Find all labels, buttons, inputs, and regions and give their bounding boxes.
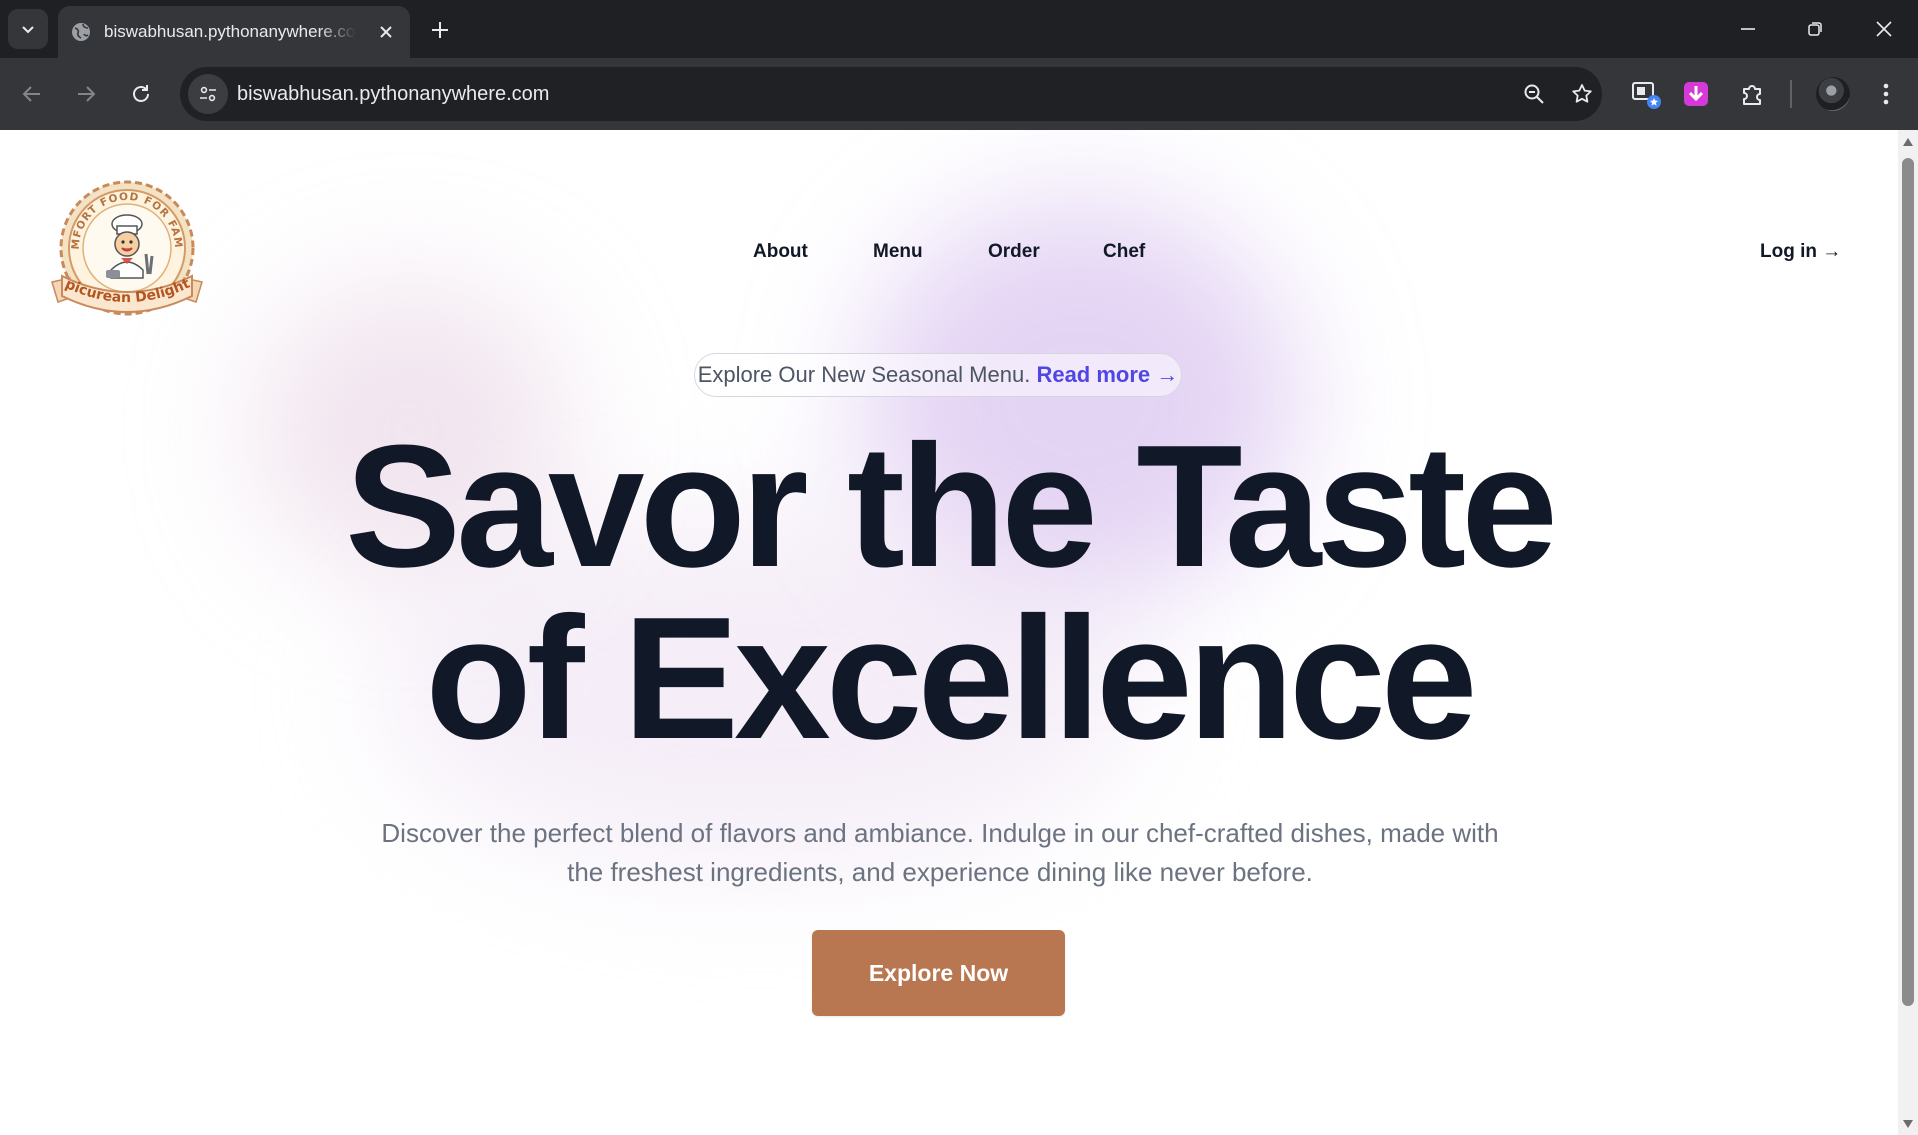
nav-link-chef[interactable]: Chef bbox=[1103, 230, 1145, 274]
nav-link-about[interactable]: About bbox=[753, 230, 808, 274]
scroll-up-arrow-icon[interactable] bbox=[1902, 136, 1914, 148]
puzzle-icon[interactable] bbox=[1733, 75, 1771, 113]
scroll-thumb[interactable] bbox=[1902, 158, 1914, 1006]
hero-title-line-2: of Excellence bbox=[425, 580, 1477, 775]
main-nav: About Menu Order Chef bbox=[0, 230, 1898, 274]
page-viewport: COMFORT FOOD FOR FAMILY Epicurean Deligh… bbox=[0, 130, 1898, 1135]
browser-tab[interactable]: biswabhusan.pythonanywhere.com bbox=[58, 6, 410, 58]
minimize-icon[interactable] bbox=[1731, 12, 1765, 46]
menu-dots-icon[interactable] bbox=[1867, 75, 1905, 113]
read-more-link[interactable]: Read more → bbox=[1036, 362, 1178, 387]
globe-icon bbox=[72, 23, 90, 41]
toolbar-separator bbox=[1790, 80, 1792, 108]
site-settings-icon[interactable] bbox=[188, 74, 228, 114]
scroll-down-arrow-icon[interactable] bbox=[1902, 1118, 1914, 1130]
zoom-icon[interactable] bbox=[1518, 78, 1550, 110]
announcement-pill: Explore Our New Seasonal Menu. Read more… bbox=[694, 353, 1182, 397]
announcement-text: Explore Our New Seasonal Menu. bbox=[697, 362, 1031, 387]
explore-now-button[interactable]: Explore Now bbox=[812, 930, 1065, 1016]
address-bar[interactable]: biswabhusan.pythonanywhere.com bbox=[180, 67, 1602, 121]
browser-tab-strip: biswabhusan.pythonanywhere.com bbox=[0, 0, 1918, 58]
url-text: biswabhusan.pythonanywhere.com bbox=[237, 83, 550, 105]
forward-icon[interactable] bbox=[66, 74, 106, 114]
hero-title-line-1: Savor the Taste bbox=[345, 408, 1558, 603]
login-link[interactable]: Log in → bbox=[1760, 230, 1841, 274]
download-extension-icon[interactable] bbox=[1677, 75, 1715, 113]
close-icon[interactable] bbox=[374, 20, 398, 44]
chevron-down-icon bbox=[22, 26, 34, 34]
hero-subtitle: Discover the perfect blend of flavors an… bbox=[300, 814, 1580, 892]
restore-icon[interactable] bbox=[1798, 12, 1832, 46]
back-icon[interactable] bbox=[12, 74, 52, 114]
page-scrollbar[interactable] bbox=[1898, 130, 1918, 1135]
bookmark-star-icon[interactable] bbox=[1566, 78, 1598, 110]
hero-subtitle-line-1: Discover the perfect blend of flavors an… bbox=[381, 818, 1499, 848]
nav-link-order[interactable]: Order bbox=[988, 230, 1040, 274]
hero-title: Savor the Taste of Excellence bbox=[0, 419, 1898, 765]
window-close-icon[interactable] bbox=[1867, 12, 1901, 46]
profile-avatar[interactable] bbox=[1816, 77, 1850, 111]
tab-title: biswabhusan.pythonanywhere.com bbox=[104, 22, 356, 41]
browser-toolbar: biswabhusan.pythonanywhere.com bbox=[0, 58, 1918, 130]
tab-groups-icon[interactable] bbox=[1627, 75, 1665, 113]
reload-icon[interactable] bbox=[121, 74, 161, 114]
hero-subtitle-line-2: the freshest ingredients, and experience… bbox=[567, 857, 1313, 887]
plus-icon[interactable] bbox=[424, 14, 456, 46]
tab-search-button[interactable] bbox=[8, 9, 48, 49]
nav-link-menu[interactable]: Menu bbox=[873, 230, 923, 274]
